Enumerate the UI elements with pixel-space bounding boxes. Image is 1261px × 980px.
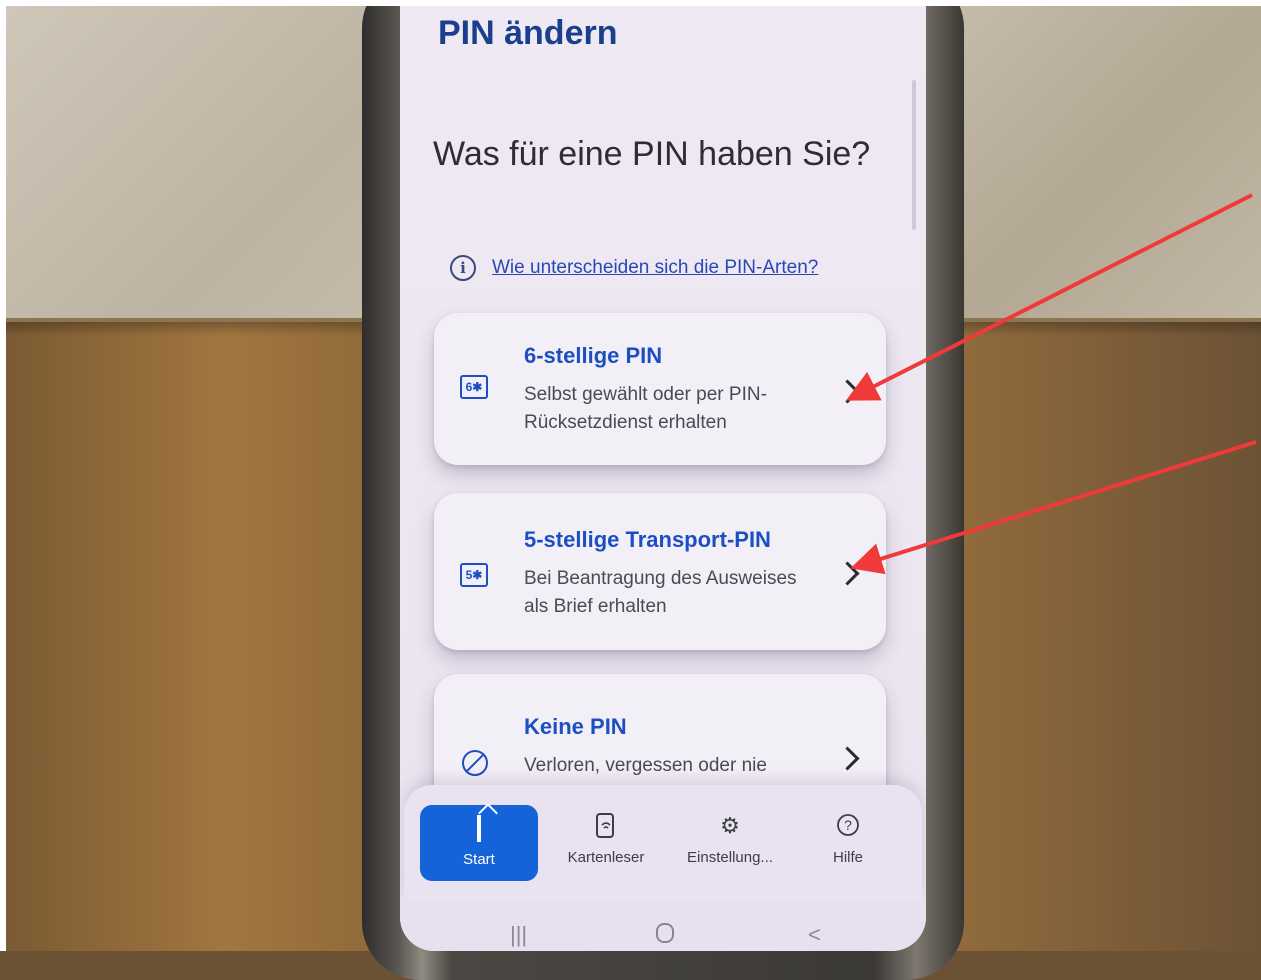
gear-icon: ⚙ xyxy=(720,813,740,838)
card-reader-icon xyxy=(595,813,617,843)
card-title: 5-stellige Transport-PIN xyxy=(524,527,771,552)
nav-label: Hilfe xyxy=(832,849,863,866)
nav-settings[interactable]: ⚙ Einstellung... xyxy=(670,803,790,883)
card-title: Keine PIN xyxy=(524,714,627,739)
nav-start[interactable]: Start xyxy=(420,805,538,881)
card-description: Bei Beantragung des Ausweises als Brief … xyxy=(524,568,797,617)
question-heading: Was für eine PIN haben Sie? xyxy=(433,135,871,173)
home-circle-icon[interactable] xyxy=(655,922,675,950)
six-digit-pin-icon: 6✱ xyxy=(460,375,488,399)
phone-screen: PIN ändern Was für eine PIN haben Sie? i… xyxy=(400,0,926,951)
five-digit-pin-icon: 5✱ xyxy=(460,563,488,587)
recent-apps-icon[interactable]: ||| xyxy=(510,922,527,948)
home-icon xyxy=(477,815,481,845)
help-icon: ? xyxy=(836,813,860,843)
nav-label: Kartenleser xyxy=(567,849,645,866)
pin-types-info-link[interactable]: Wie unterscheiden sich die PIN-Arten? xyxy=(492,257,818,279)
card-description: Verloren, vergessen oder nie xyxy=(524,755,767,776)
svg-text:?: ? xyxy=(844,817,852,833)
bottom-navigation: Start Kartenleser ⚙ Einstellung... ? Hil… xyxy=(404,785,922,900)
back-icon[interactable]: < xyxy=(808,922,821,948)
nav-card-reader[interactable]: Kartenleser xyxy=(546,803,666,883)
card-title: 6-stellige PIN xyxy=(524,343,663,368)
page-title: PIN ändern xyxy=(438,14,618,52)
system-navigation-bar: ||| < xyxy=(400,900,926,951)
no-pin-icon xyxy=(462,750,488,776)
transport-pin-card[interactable]: 5✱ 5-stellige Transport-PIN Bei Beantrag… xyxy=(434,493,886,650)
nav-label: Einstellung... xyxy=(687,849,773,866)
chevron-right-icon xyxy=(835,561,860,586)
card-description: Selbst gewählt oder per PIN-Rücksetzdien… xyxy=(524,384,767,433)
info-icon: i xyxy=(450,255,476,281)
nav-help[interactable]: ? Hilfe xyxy=(788,803,908,883)
six-digit-pin-card[interactable]: 6✱ 6-stellige PIN Selbst gewählt oder pe… xyxy=(434,313,886,465)
info-link-row[interactable]: i Wie unterscheiden sich die PIN-Arten? xyxy=(450,255,818,281)
chevron-right-icon xyxy=(835,746,860,771)
chevron-right-icon xyxy=(835,379,860,404)
scrollbar[interactable] xyxy=(912,80,916,230)
nav-label: Start xyxy=(463,851,495,868)
